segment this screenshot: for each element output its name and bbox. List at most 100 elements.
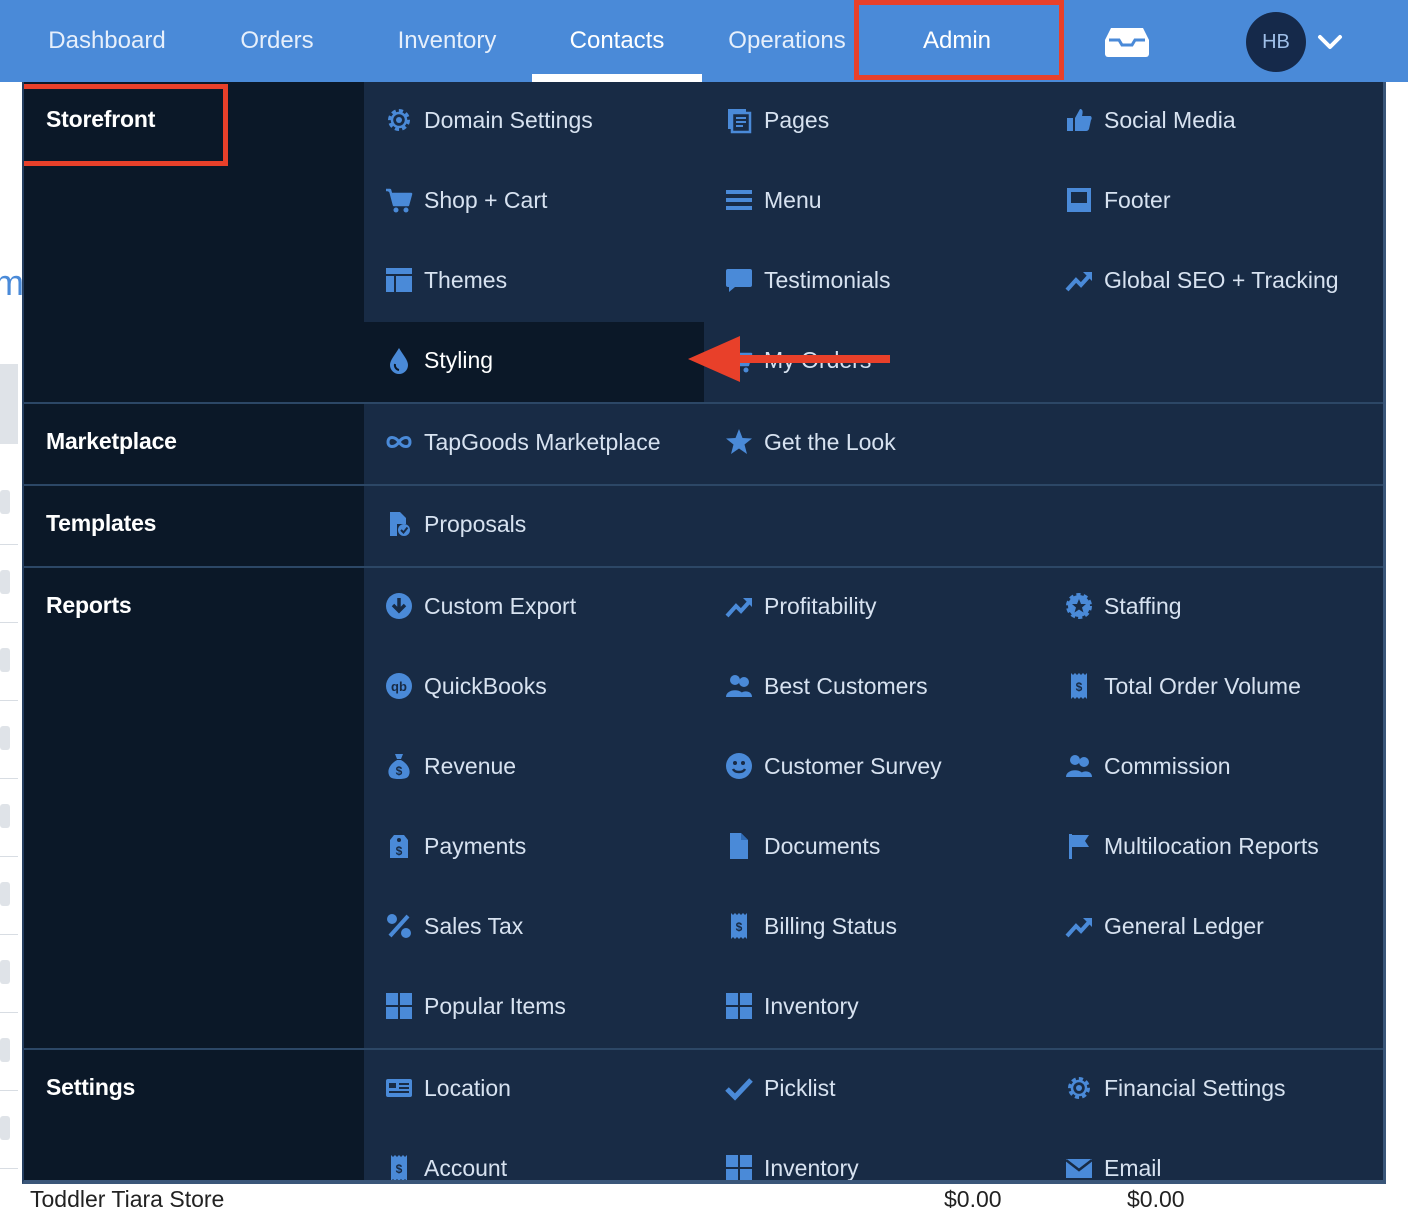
menu-item-best-customers[interactable]: Best Customers <box>724 666 928 706</box>
receipt-icon: $ <box>384 1153 414 1180</box>
background-divider <box>0 1090 18 1091</box>
menu-item-menu[interactable]: Menu <box>724 180 822 220</box>
menu-item-quickbooks[interactable]: qb QuickBooks <box>384 666 547 706</box>
background-divider <box>0 1012 18 1013</box>
trend-up-icon <box>1064 265 1094 295</box>
users-icon <box>1064 751 1094 781</box>
menu-item-label: Inventory <box>764 1154 859 1181</box>
nav-tab-inventory[interactable]: Inventory <box>362 0 532 82</box>
menu-item-label: Email <box>1104 1154 1162 1181</box>
menu-item-label: Testimonials <box>764 266 891 293</box>
grid-icon <box>724 1153 754 1180</box>
menu-item-get-the-look[interactable]: Get the Look <box>724 422 896 462</box>
menu-item-label: Sales Tax <box>424 912 524 939</box>
menu-item-pages[interactable]: Pages <box>724 100 829 140</box>
section-divider <box>24 402 1383 404</box>
background-divider <box>0 856 18 857</box>
nav-tab-operations[interactable]: Operations <box>702 0 872 82</box>
svg-text:$: $ <box>396 844 403 858</box>
menu-item-location[interactable]: Location <box>384 1068 511 1108</box>
menu-item-general-ledger[interactable]: General Ledger <box>1064 906 1264 946</box>
menu-item-billing-status[interactable]: $ Billing Status <box>724 906 897 946</box>
menu-item-custom-export[interactable]: Custom Export <box>384 586 576 626</box>
inbox-icon[interactable] <box>1103 26 1151 58</box>
menu-item-label: General Ledger <box>1104 912 1264 939</box>
background-divider <box>0 778 18 779</box>
nav-tab-contacts[interactable]: Contacts <box>532 0 702 82</box>
menu-item-settings-inventory[interactable]: Inventory <box>724 1148 859 1181</box>
id-card-icon <box>384 1073 414 1103</box>
menu-item-label: TapGoods Marketplace <box>424 428 661 455</box>
menu-item-multilocation-reports[interactable]: Multilocation Reports <box>1064 826 1319 866</box>
background-row-value: $0.00 <box>944 1186 1002 1208</box>
comment-icon <box>724 265 754 295</box>
receipt-icon: $ <box>724 911 754 941</box>
svg-text:$: $ <box>396 764 403 778</box>
menu-item-label: Get the Look <box>764 428 896 455</box>
menu-item-sales-tax[interactable]: Sales Tax <box>384 906 523 946</box>
menu-item-shop-cart[interactable]: Shop + Cart <box>384 180 547 220</box>
menu-item-financial-settings[interactable]: Financial Settings <box>1064 1068 1286 1108</box>
menu-item-customer-survey[interactable]: Customer Survey <box>724 746 942 786</box>
menu-item-testimonials[interactable]: Testimonials <box>724 260 891 300</box>
menu-item-documents[interactable]: Documents <box>724 826 880 866</box>
section-divider <box>24 484 1383 486</box>
category-templates[interactable]: Templates <box>46 510 156 537</box>
menu-item-label: Revenue <box>424 752 517 779</box>
menu-item-footer[interactable]: Footer <box>1064 180 1170 220</box>
background-row-marker <box>0 804 10 828</box>
chevron-down-icon[interactable] <box>1316 28 1344 56</box>
nav-tab-dashboard[interactable]: Dashboard <box>22 0 192 82</box>
category-marketplace[interactable]: Marketplace <box>46 428 177 455</box>
menu-item-staffing[interactable]: Staffing <box>1064 586 1182 626</box>
check-icon <box>724 1073 754 1103</box>
menu-item-popular-items[interactable]: Popular Items <box>384 986 566 1026</box>
menu-bars-icon <box>724 185 754 215</box>
price-tag-icon: $ <box>384 831 414 861</box>
menu-item-label: Picklist <box>764 1074 836 1101</box>
menu-item-global-seo-tracking[interactable]: Global SEO + Tracking <box>1064 260 1339 300</box>
svg-text:$: $ <box>396 1162 403 1176</box>
menu-item-styling[interactable]: Styling <box>384 340 493 380</box>
menu-item-tapgoods-marketplace[interactable]: TapGoods Marketplace <box>384 422 661 462</box>
category-settings[interactable]: Settings <box>46 1074 135 1101</box>
svg-text:$: $ <box>736 920 743 934</box>
menu-item-label: Total Order Volume <box>1104 672 1301 699</box>
quickbooks-icon: qb <box>384 671 414 701</box>
category-reports[interactable]: Reports <box>46 592 132 619</box>
menu-item-commission[interactable]: Commission <box>1064 746 1231 786</box>
background-page-letter: m <box>0 262 24 303</box>
menu-item-payments[interactable]: $ Payments <box>384 826 526 866</box>
infinity-icon <box>384 427 414 457</box>
background-divider <box>0 1168 18 1169</box>
menu-item-profitability[interactable]: Profitability <box>724 586 876 626</box>
layout-icon <box>384 265 414 295</box>
background-row-marker <box>0 1116 10 1140</box>
menu-item-label: Proposals <box>424 510 527 537</box>
menu-item-revenue[interactable]: $ Revenue <box>384 746 516 786</box>
flag-icon <box>1064 831 1094 861</box>
menu-item-total-order-volume[interactable]: $ Total Order Volume <box>1064 666 1301 706</box>
menu-item-account[interactable]: $ Account <box>384 1148 507 1180</box>
nav-tab-orders[interactable]: Orders <box>192 0 362 82</box>
receipt-icon: $ <box>1064 671 1094 701</box>
category-storefront[interactable]: Storefront <box>46 106 155 133</box>
background-row-marker <box>0 726 10 750</box>
menu-item-proposals[interactable]: Proposals <box>384 504 526 544</box>
background-divider <box>0 544 18 545</box>
cart-icon <box>384 185 414 215</box>
menu-item-reports-inventory[interactable]: Inventory <box>724 986 859 1026</box>
nav-tab-admin[interactable]: Admin <box>872 0 1042 82</box>
background-row-marker <box>0 960 10 984</box>
menu-item-social-media[interactable]: Social Media <box>1064 100 1236 140</box>
users-icon <box>724 671 754 701</box>
user-avatar[interactable]: HB <box>1246 12 1306 72</box>
background-row-marker <box>0 882 10 906</box>
app-root: m Dashboard Orders Inventory Contacts Op… <box>0 0 1408 1208</box>
envelope-icon <box>1064 1153 1094 1180</box>
menu-item-themes[interactable]: Themes <box>384 260 507 300</box>
menu-item-email[interactable]: Email <box>1064 1148 1162 1181</box>
menu-item-picklist[interactable]: Picklist <box>724 1068 836 1108</box>
percent-icon <box>384 911 414 941</box>
menu-item-domain-settings[interactable]: Domain Settings <box>384 100 593 140</box>
